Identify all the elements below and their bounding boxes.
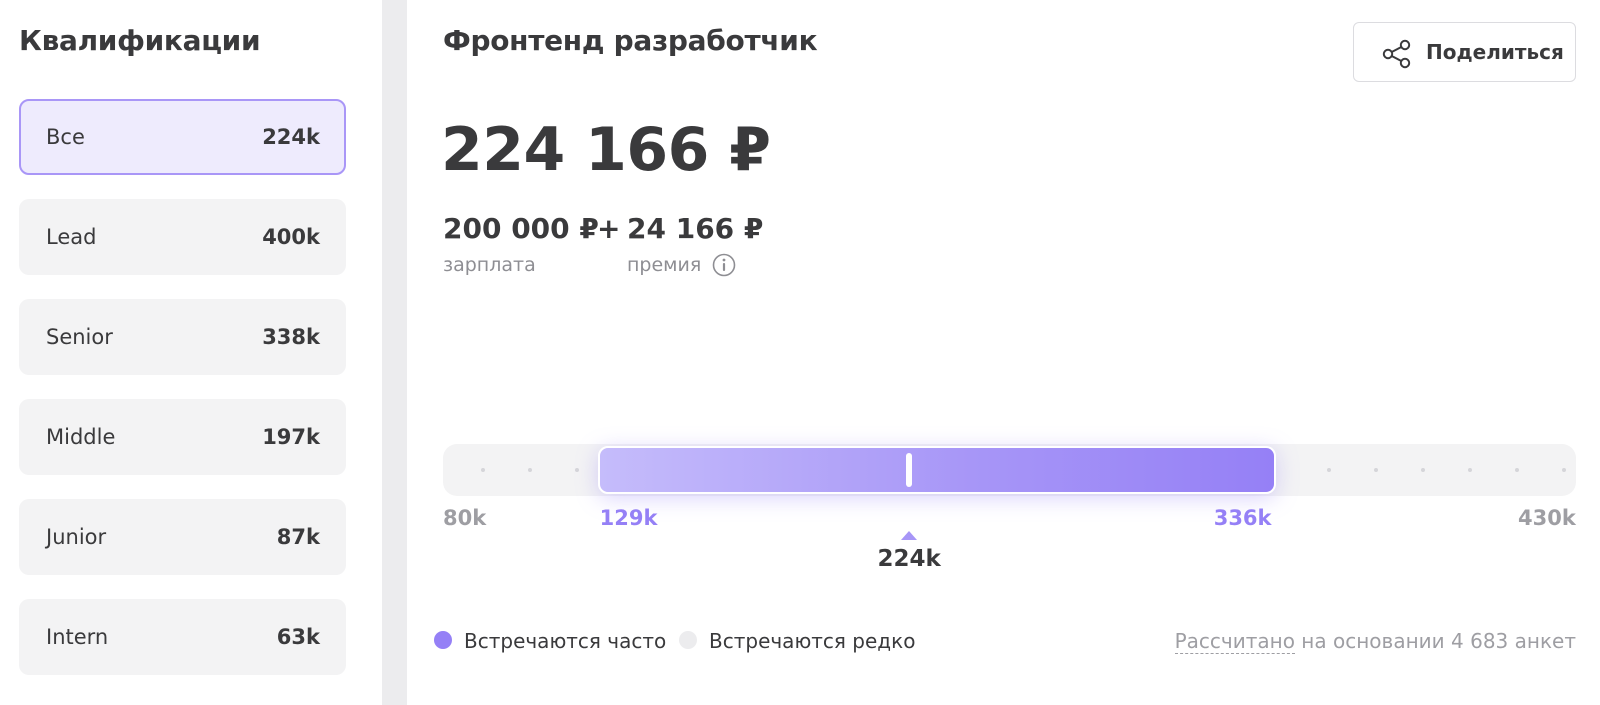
level-name: Intern bbox=[46, 625, 109, 649]
track-dot bbox=[1327, 468, 1331, 472]
level-name: Junior bbox=[46, 525, 107, 549]
range-max-label: 430k bbox=[1518, 506, 1576, 530]
range-low-label: 129k bbox=[599, 506, 658, 530]
track-dot bbox=[1515, 468, 1519, 472]
track-dot bbox=[1421, 468, 1425, 472]
level-item-lead[interactable]: Lead 400k bbox=[19, 199, 346, 275]
level-value: 224k bbox=[262, 125, 320, 149]
track-dot bbox=[1562, 468, 1566, 472]
level-name: Middle bbox=[46, 425, 116, 449]
range-min-label: 80k bbox=[443, 506, 487, 530]
qualifications-sidebar: Квалификации Все 224k Lead 400k Senior 3… bbox=[0, 0, 382, 705]
median-pointer-icon bbox=[901, 531, 918, 540]
level-item-junior[interactable]: Junior 87k bbox=[19, 499, 346, 575]
panel-divider bbox=[382, 0, 407, 705]
info-icon[interactable] bbox=[712, 253, 736, 277]
role-title: Фронтенд разработчик bbox=[443, 24, 818, 57]
legend-frequent-dot bbox=[434, 631, 452, 649]
median-label: 224k bbox=[877, 546, 941, 572]
track-dot bbox=[1374, 468, 1378, 472]
legend-rare-dot bbox=[679, 631, 697, 649]
level-value: 338k bbox=[262, 325, 320, 349]
legend-rare-label: Встречаются редко bbox=[709, 629, 916, 653]
total-amount: 224 166 ₽ bbox=[441, 115, 771, 185]
median-marker bbox=[906, 453, 913, 487]
share-button[interactable]: Поделиться bbox=[1353, 22, 1576, 82]
level-value: 197k bbox=[262, 425, 320, 449]
track-dot bbox=[1468, 468, 1472, 472]
salary-label: зарплата bbox=[443, 254, 536, 276]
share-icon bbox=[1382, 39, 1411, 69]
share-label: Поделиться bbox=[1426, 40, 1564, 64]
level-item-senior[interactable]: Senior 338k bbox=[19, 299, 346, 375]
calculation-text: на основании 4 683 анкет bbox=[1294, 629, 1576, 653]
level-item-intern[interactable]: Intern 63k bbox=[19, 599, 346, 675]
legend-frequent-label: Встречаются часто bbox=[464, 629, 667, 653]
level-value: 400k bbox=[262, 225, 320, 249]
sidebar-title: Квалификации bbox=[19, 24, 261, 57]
salary-amount: 200 000 ₽ bbox=[443, 212, 599, 245]
track-dot bbox=[481, 468, 485, 472]
level-value: 87k bbox=[276, 525, 320, 549]
track-dot bbox=[528, 468, 532, 472]
salary-panel: Фронтенд разработчик Поделиться 224 166 … bbox=[407, 0, 1600, 705]
calculation-note: Рассчитано на основании 4 683 анкет bbox=[1174, 629, 1576, 654]
calculation-link[interactable]: Рассчитано bbox=[1174, 629, 1295, 654]
level-item-all[interactable]: Все 224k bbox=[19, 99, 346, 175]
level-item-middle[interactable]: Middle 197k bbox=[19, 399, 346, 475]
range-high-label: 336k bbox=[1213, 506, 1272, 530]
track-dot bbox=[575, 468, 579, 472]
bonus-amount: 24 166 ₽ bbox=[627, 212, 764, 245]
plus-sign: + bbox=[597, 212, 621, 245]
salary-range-bar bbox=[597, 446, 1276, 494]
bonus-label: премия bbox=[627, 254, 702, 276]
level-value: 63k bbox=[276, 625, 320, 649]
level-name: Все bbox=[46, 125, 85, 149]
level-name: Senior bbox=[46, 325, 113, 349]
level-name: Lead bbox=[46, 225, 97, 249]
